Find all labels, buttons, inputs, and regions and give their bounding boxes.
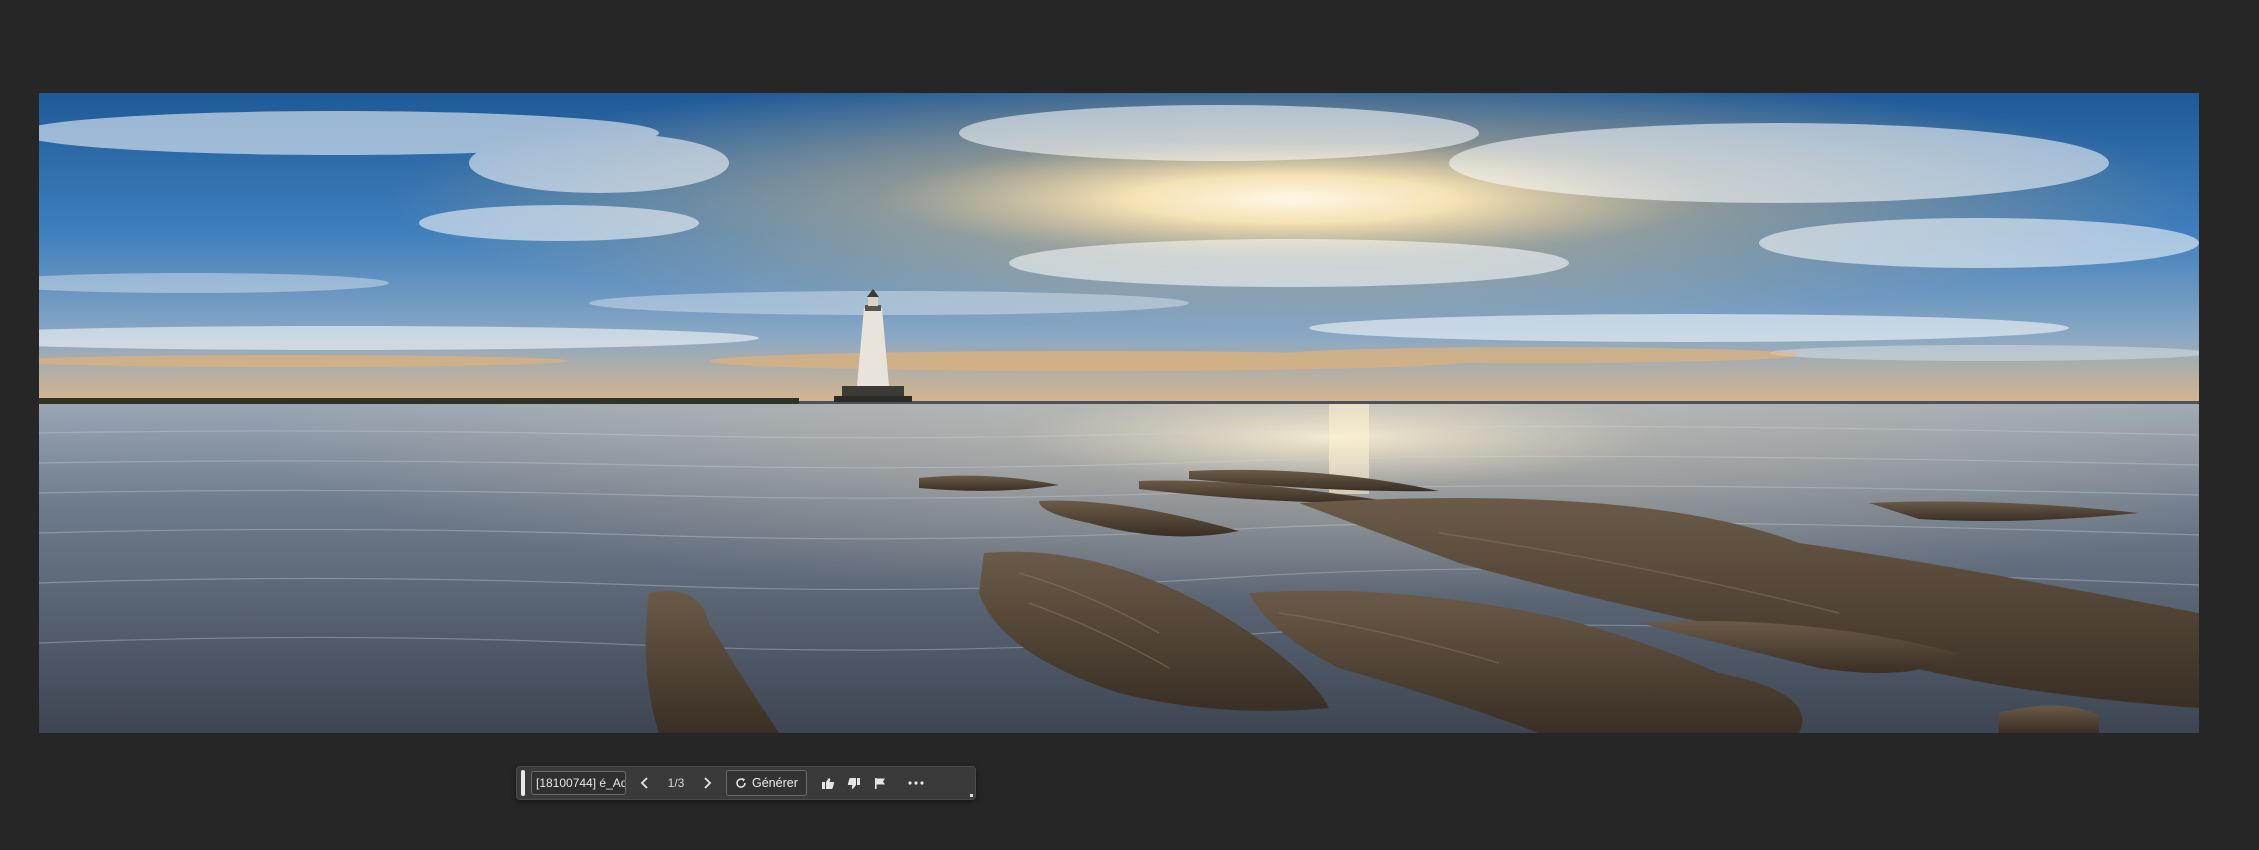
more-options-icon	[908, 781, 924, 785]
panorama-photo[interactable]	[39, 93, 2199, 733]
thumbs-down-icon	[847, 777, 860, 789]
flag-icon	[874, 777, 885, 789]
dislike-button[interactable]	[841, 770, 867, 796]
generate-label: Générer	[752, 776, 798, 790]
next-variation-button[interactable]	[694, 770, 720, 796]
chevron-left-icon	[640, 777, 648, 789]
resize-handle[interactable]	[970, 794, 973, 797]
previous-variation-button[interactable]	[632, 770, 658, 796]
generate-button[interactable]: Générer	[726, 770, 807, 796]
variation-counter: 1/3	[667, 776, 685, 790]
report-button[interactable]	[867, 770, 893, 796]
contextual-task-bar: [18100744] é_Adobe 1/3 Générer	[516, 766, 976, 800]
drag-handle[interactable]	[521, 770, 525, 796]
thumbs-up-icon	[821, 777, 835, 789]
lighthouse-seascape-image	[39, 93, 2199, 733]
refresh-icon	[736, 778, 746, 788]
chevron-right-icon	[704, 777, 712, 789]
more-options-button[interactable]	[903, 770, 929, 796]
prompt-input[interactable]: [18100744] é_Adobe	[531, 771, 626, 795]
like-button[interactable]	[815, 770, 841, 796]
document-canvas: [18100744] é_Adobe 1/3 Générer	[0, 0, 2259, 850]
